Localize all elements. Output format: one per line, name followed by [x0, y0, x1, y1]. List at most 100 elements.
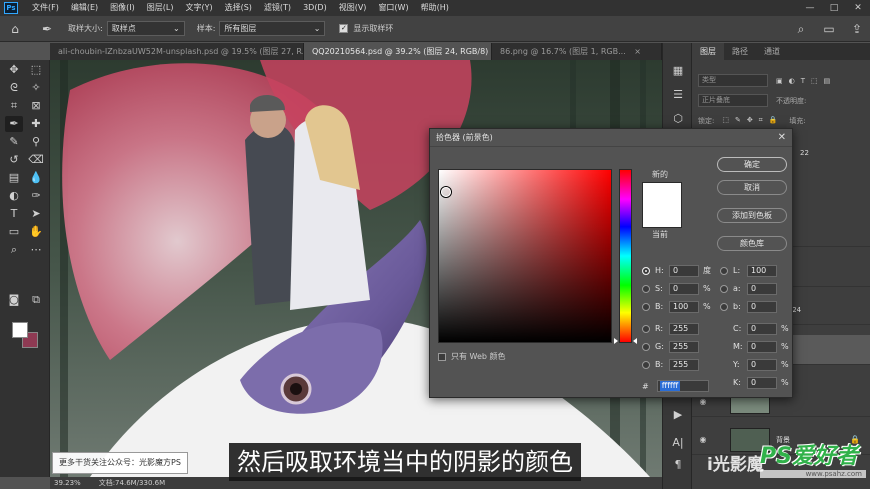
web-colors-checkbox[interactable] — [438, 352, 446, 361]
menu-select[interactable]: 选择(S) — [219, 0, 258, 16]
eraser-tool-icon[interactable]: ⌫ — [27, 152, 45, 168]
red-radio[interactable] — [642, 324, 650, 333]
hex-input[interactable]: ffffff — [656, 380, 709, 392]
lab-b-radio[interactable] — [720, 302, 728, 311]
foreground-color-swatch[interactable] — [12, 322, 28, 338]
lab-l-input[interactable]: 100 — [747, 264, 777, 277]
cancel-button[interactable]: 取消 — [717, 180, 787, 195]
tab-layers[interactable]: 图层 — [692, 43, 724, 60]
lab-b-input[interactable]: 0 — [747, 300, 777, 313]
minimize-button[interactable]: — — [798, 0, 822, 16]
share-icon[interactable]: ⇪ — [848, 20, 866, 38]
zoom-tool-icon[interactable]: ⌕ — [5, 242, 23, 258]
play-icon[interactable]: ▶ — [669, 407, 687, 423]
cyan-input[interactable]: 0 — [747, 322, 777, 335]
filter-icons[interactable]: ▣◐T⬚▤ — [776, 77, 836, 85]
visibility-eye-icon[interactable]: ◉ — [696, 397, 710, 406]
pen-tool-icon[interactable]: ✑ — [27, 188, 45, 204]
paragraph-panel-icon[interactable]: ¶ — [669, 457, 687, 473]
home-icon[interactable]: ⌂ — [6, 20, 24, 38]
hue-radio[interactable] — [642, 266, 650, 275]
doc-tab[interactable]: 86.png @ 16.7% (图层 1, RGB... × — [492, 43, 662, 60]
move-tool-icon[interactable]: ✥ — [5, 62, 23, 78]
character-panel-icon[interactable]: A| — [669, 435, 687, 451]
saturation-radio[interactable] — [642, 284, 650, 293]
doc-tab[interactable]: ali-choubin-IZnbzaUW52M-unsplash.psd @ 1… — [50, 43, 304, 60]
menu-3d[interactable]: 3D(D) — [297, 0, 333, 16]
add-to-swatches-button[interactable]: 添加到色板 — [717, 208, 787, 223]
black-input[interactable]: 0 — [747, 376, 777, 389]
red-input[interactable]: 255 — [669, 322, 699, 335]
menu-image[interactable]: 图像(I) — [104, 0, 141, 16]
hue-slider[interactable] — [619, 169, 632, 343]
shape-tool-icon[interactable]: ▭ — [5, 224, 23, 240]
blue-input[interactable]: 255 — [669, 358, 699, 371]
menu-help[interactable]: 帮助(H) — [415, 0, 455, 16]
show-ring-checkbox[interactable]: ✓ — [339, 24, 349, 33]
doc-tab-active[interactable]: QQ20210564.psd @ 39.2% (图层 24, RGB/8) * … — [304, 43, 492, 60]
blur-tool-icon[interactable]: 💧 — [27, 170, 45, 186]
lab-a-radio[interactable] — [720, 284, 728, 293]
search-icon[interactable]: ⌕ — [792, 20, 810, 38]
lab-l-radio[interactable] — [720, 266, 728, 275]
menu-filter[interactable]: 滤镜(T) — [258, 0, 297, 16]
hand-tool-icon[interactable]: ✋ — [27, 224, 45, 240]
hue-input[interactable]: 0 — [669, 264, 699, 277]
hue-slider-handle-right[interactable] — [633, 338, 637, 344]
tab-channels[interactable]: 通道 — [756, 43, 788, 60]
visibility-eye-icon[interactable]: ◉ — [696, 435, 710, 444]
menu-layer[interactable]: 图层(L) — [141, 0, 180, 16]
screen-mode-icon[interactable]: ⧉ — [27, 292, 45, 308]
quick-mask-icon[interactable]: ◙ — [5, 292, 23, 308]
frame-tool-icon[interactable]: ⊠ — [27, 98, 45, 114]
saturation-input[interactable]: 0 — [669, 282, 699, 295]
path-select-icon[interactable]: ➤ — [27, 206, 45, 222]
gradient-tool-icon[interactable]: ▤ — [5, 170, 23, 186]
color-libraries-button[interactable]: 颜色库 — [717, 236, 787, 251]
yellow-input[interactable]: 0 — [747, 358, 777, 371]
crop-tool-icon[interactable]: ⌗ — [5, 98, 23, 114]
menu-view[interactable]: 视图(V) — [333, 0, 373, 16]
adjust-panel-icon[interactable]: ☰ — [669, 87, 687, 103]
workspace-icon[interactable]: ▭ — [820, 20, 838, 38]
green-radio[interactable] — [642, 342, 650, 351]
sample-size-select[interactable]: 取样点 ⌄ — [106, 21, 185, 36]
color-field[interactable] — [438, 169, 612, 343]
green-input[interactable]: 255 — [669, 340, 699, 353]
tab-paths[interactable]: 路径 — [724, 43, 756, 60]
color-field-cursor[interactable] — [441, 187, 451, 197]
magenta-input[interactable]: 0 — [747, 340, 777, 353]
hue-slider-handle-left[interactable] — [614, 338, 618, 344]
lock-icons[interactable]: ⬚✎✥⌗🔒 — [722, 116, 783, 125]
web-colors-only-option[interactable]: 只有 Web 颜色 — [438, 351, 506, 362]
menu-type[interactable]: 文字(Y) — [179, 0, 218, 16]
lab-a-input[interactable]: 0 — [747, 282, 777, 295]
brush-tool-icon[interactable]: ✎ — [5, 134, 23, 150]
magic-wand-icon[interactable]: ✧ — [27, 80, 45, 96]
close-tab-icon[interactable]: × — [634, 47, 641, 56]
menu-edit[interactable]: 编辑(E) — [65, 0, 104, 16]
close-icon[interactable]: ✕ — [778, 129, 786, 147]
more-tools-icon[interactable]: ⋯ — [27, 242, 45, 258]
stamp-tool-icon[interactable]: ⚲ — [27, 134, 45, 150]
brightness-input[interactable]: 100 — [669, 300, 699, 313]
sample-select[interactable]: 所有图层 ⌄ — [219, 21, 326, 36]
healing-brush-icon[interactable]: ✚ — [27, 116, 45, 132]
eyedropper-icon[interactable]: ✒ — [5, 116, 23, 132]
blend-mode-select[interactable]: 正片叠底 — [698, 94, 768, 107]
3d-panel-icon[interactable]: ⬡ — [669, 111, 687, 127]
type-tool-icon[interactable]: T — [5, 206, 23, 222]
eyedropper-tool-icon[interactable]: ✒ — [38, 20, 56, 38]
dodge-tool-icon[interactable]: ◐ — [5, 188, 23, 204]
history-brush-icon[interactable]: ↺ — [5, 152, 23, 168]
menu-file[interactable]: 文件(F) — [26, 0, 65, 16]
zoom-level[interactable]: 39.23% — [54, 479, 81, 487]
history-panel-icon[interactable]: ▦ — [669, 63, 687, 79]
ok-button[interactable]: 确定 — [717, 157, 787, 172]
marquee-tool-icon[interactable]: ⬚ — [27, 62, 45, 78]
kind-filter-select[interactable]: 类型 — [698, 74, 768, 87]
brightness-radio[interactable] — [642, 302, 650, 311]
blue-radio[interactable] — [642, 360, 650, 369]
close-window-button[interactable]: ✕ — [846, 0, 870, 16]
lasso-tool-icon[interactable]: ᘓ — [5, 80, 23, 96]
